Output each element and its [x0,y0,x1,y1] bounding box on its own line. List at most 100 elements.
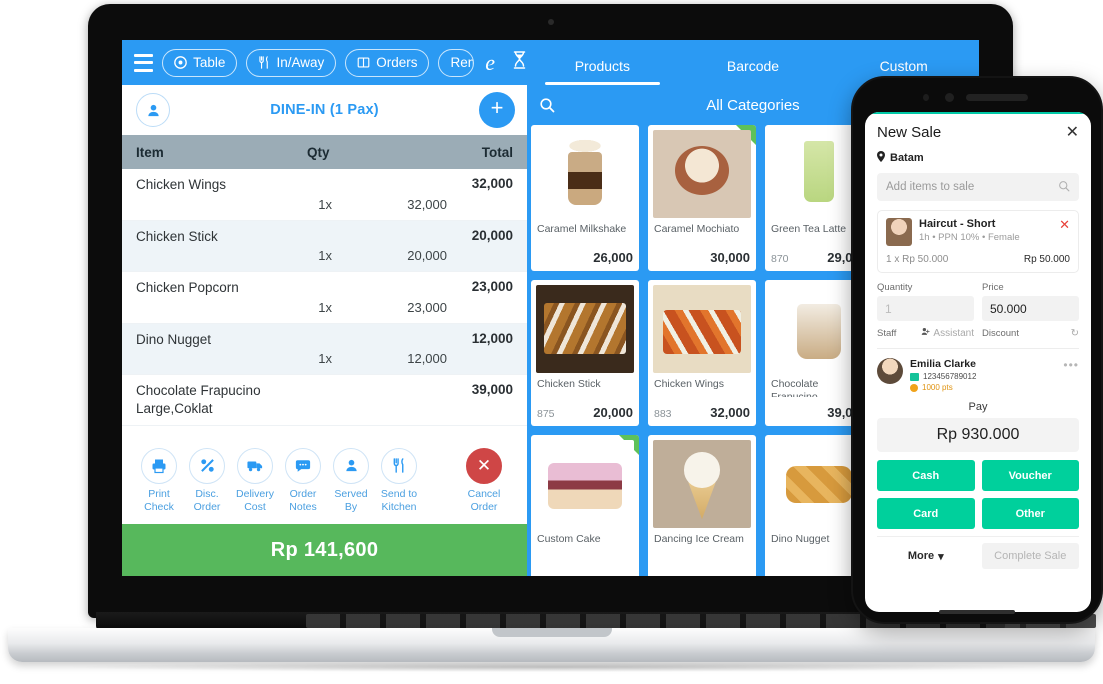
action-label: Send to Kitchen [380,487,418,513]
item-total: 12,000 [471,330,513,346]
order-items-list[interactable]: Chicken Wings 32,000 1x 32,000 Chicken S… [122,169,527,436]
truck-icon [237,447,273,484]
discount-field[interactable]: Discount ↻ [982,327,1079,339]
staff-field[interactable]: Staff Assistant [877,327,974,339]
tab-products[interactable]: Products [527,58,678,85]
product-price: 30,000 [710,250,750,265]
other-button[interactable]: Other [981,498,1079,529]
camera-icon [945,93,954,102]
card-icon [910,372,919,381]
table-row[interactable]: Chicken Wings 32,000 1x 32,000 [122,169,527,221]
product-sku: 875 [537,408,555,420]
toolbar-button-rem[interactable]: Rem [438,48,475,77]
product-name: Custom Cake [537,533,601,545]
order-total-bar[interactable]: Rp 141,600 [122,524,527,576]
product-card[interactable]: Caramel Milkshake 26,000 [531,125,639,271]
table-row[interactable]: Chocolate Frapucino Large,Coklat 39,000 [122,375,527,427]
points-icon [910,383,918,392]
camera-icon [923,94,929,101]
customer-card-number: 123456789012 [923,372,977,381]
customer-name: Emilia Clarke [910,358,976,370]
tab-barcode[interactable]: Barcode [678,58,829,85]
table-row[interactable]: Chicken Stick 20,000 1x 20,000 [122,220,527,273]
send-to-kitchen-button[interactable]: Send to Kitchen [376,447,422,514]
price-input[interactable]: 50.000 [982,296,1079,321]
toolbar-label-inaway: In/Away [276,55,325,70]
item-name: Dino Nugget [136,331,212,347]
product-name: Chicken Stick [537,378,601,390]
home-indicator [939,610,1015,614]
search-icon [1058,180,1070,195]
e-icon[interactable]: e [485,50,495,76]
voucher-button[interactable]: Voucher [981,460,1079,491]
more-label: More [907,550,935,562]
ellipsis-icon[interactable]: ••• [1063,358,1079,372]
quantity-label: Quantity [877,282,913,293]
action-label: Delivery Cost [236,487,274,513]
user-add-icon [921,327,931,339]
laptop-shadow [60,662,1050,672]
quantity-input[interactable]: 1 [877,296,974,321]
pos-order-panel: Table In/Away Orders Re e DINE-IN (1 Pax… [122,40,527,576]
location-label: Batam [890,152,924,164]
order-actions: Print Check Disc. Order Delivery Cost Or… [122,435,527,524]
more-button[interactable]: More ▾ [877,543,975,569]
product-image [653,285,751,373]
item-qty: 1x [318,196,332,212]
order-notes-button[interactable]: Order Notes [280,447,326,514]
table-row[interactable]: Chicken Popcorn 23,000 1x 23,000 [122,272,527,324]
location-row[interactable]: Batam [865,145,1091,173]
customer-row[interactable]: Emilia Clarke 123456789012 1000 pts ••• [877,348,1079,392]
item-qty: 1x [318,299,332,315]
product-card[interactable]: Caramel Mochiato 30,000 [648,125,756,271]
column-header-qty: Qty [307,144,330,160]
print-check-button[interactable]: Print Check [136,447,182,514]
item-name: Chicken Stick [136,228,218,244]
target-icon [174,56,187,69]
refresh-icon: ↻ [1070,327,1079,339]
user-icon[interactable] [136,93,170,127]
item-fields: Quantity 1 Price 50.000 [877,282,1079,321]
product-card[interactable]: Chicken Stick 875 20,000 [531,280,639,426]
item-name: Chicken Popcorn [136,280,239,296]
add-order-button[interactable]: + [479,92,515,128]
phone-top-sensors [853,88,1101,108]
product-card[interactable]: Chicken Wings 883 32,000 [648,280,756,426]
action-label: Order Notes [289,487,317,513]
item-name: Chocolate Frapucino Large,Coklat [136,383,261,416]
action-label: Served By [334,487,368,513]
close-icon: ✕ [466,447,502,484]
table-row[interactable]: Dino Nugget 12,000 1x 12,000 [122,323,527,376]
column-header-item: Item [136,144,164,160]
service-thumbnail [886,218,912,246]
served-by-button[interactable]: Served By [328,447,374,514]
discount-order-button[interactable]: Disc. Order [184,447,230,514]
product-name: Caramel Mochiato [654,223,740,235]
card-button[interactable]: Card [877,498,975,529]
hamburger-icon[interactable] [134,53,154,72]
toolbar-button-orders[interactable]: Orders [345,48,430,77]
speaker-grille [966,94,1028,101]
delivery-cost-button[interactable]: Delivery Cost [232,447,278,514]
search-input[interactable]: Add items to sale [877,173,1079,201]
cash-button[interactable]: Cash [877,460,975,491]
item-total: 23,000 [471,279,513,295]
toolbar-button-inaway[interactable]: In/Away [246,48,337,77]
close-icon[interactable]: ✕ [1059,218,1070,231]
phone-screen: New Sale ✕ Batam Add items to sale Hairc… [865,112,1091,612]
printer-icon [141,447,177,484]
complete-sale-button[interactable]: Complete Sale [981,543,1079,569]
close-icon[interactable]: ✕ [1066,124,1079,141]
product-card[interactable]: Custom Cake [531,435,639,576]
search-icon[interactable] [527,97,567,113]
toolbar-button-table[interactable]: Table [162,48,238,77]
action-label: Disc. Order [193,487,221,513]
product-card[interactable]: Dancing Ice Cream [648,435,756,576]
chat-icon [285,447,321,484]
cancel-order-button[interactable]: ✕ Cancel Order [461,447,507,514]
sale-line-item[interactable]: Haircut - Short 1h • PPN 10% • Female ✕ … [877,210,1079,273]
price-label: Price [982,282,1004,293]
hourglass-icon[interactable] [512,51,527,74]
product-image [653,440,751,528]
quantity-field-group: Quantity 1 [877,282,974,321]
